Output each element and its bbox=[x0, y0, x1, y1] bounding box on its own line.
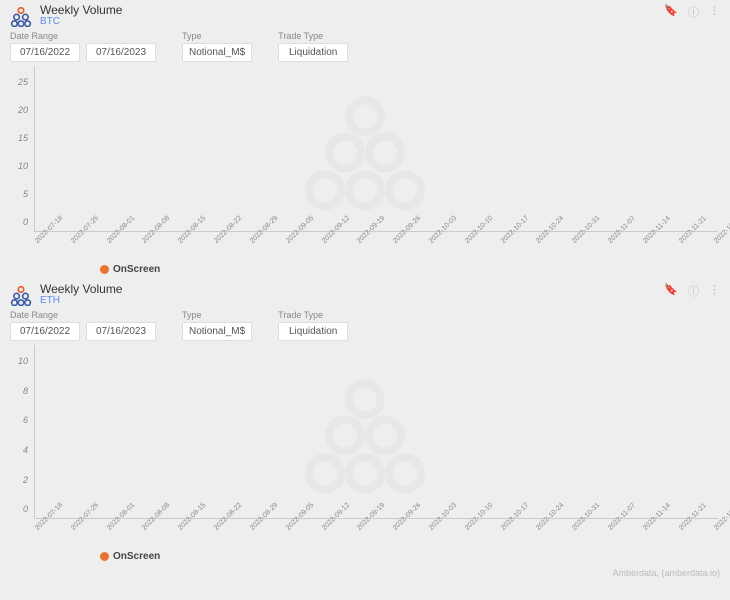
y-tick: 2 bbox=[23, 475, 28, 485]
panel-header: Weekly Volume ETH 🔖 ⓘ ⋮ bbox=[10, 283, 720, 306]
legend-swatch bbox=[100, 552, 109, 561]
y-tick: 0 bbox=[23, 504, 28, 514]
chart-btc: 0 5 10 15 20 25 2022-07-182022-07-252022-08-01… bbox=[10, 66, 720, 258]
more-icon[interactable]: ⋮ bbox=[709, 4, 720, 20]
legend-label: OnScreen bbox=[113, 264, 160, 275]
plot-area bbox=[34, 66, 718, 232]
type-select[interactable]: Notional_M$ bbox=[182, 43, 252, 62]
y-tick: 8 bbox=[23, 386, 28, 396]
x-axis: 2022-07-182022-07-252022-08-012022-08-08… bbox=[34, 519, 718, 545]
y-tick: 10 bbox=[18, 356, 28, 366]
y-tick: 0 bbox=[23, 217, 28, 227]
chart-eth: 0 2 4 6 8 10 2022-07-182022-07-252022-08-01202… bbox=[10, 345, 720, 545]
controls-row: Date Range 07/16/2022 07/16/2023 Type No… bbox=[10, 31, 720, 62]
footer-attribution: Amberdata, (amberdata.io) bbox=[0, 566, 730, 582]
date-start-input[interactable]: 07/16/2022 bbox=[10, 322, 80, 341]
more-icon[interactable]: ⋮ bbox=[709, 283, 720, 299]
info-icon[interactable]: ⓘ bbox=[688, 283, 699, 299]
bookmark-icon[interactable]: 🔖 bbox=[664, 283, 678, 299]
panel-btc: Weekly Volume BTC 🔖 ⓘ ⋮ Date Range 07/16… bbox=[0, 0, 730, 279]
y-tick: 4 bbox=[23, 445, 28, 455]
panel-title: Weekly Volume bbox=[40, 4, 122, 17]
trade-type-select[interactable]: Liquidation bbox=[278, 43, 348, 62]
date-start-input[interactable]: 07/16/2022 bbox=[10, 43, 80, 62]
y-tick: 15 bbox=[18, 133, 28, 143]
trade-type-select[interactable]: Liquidation bbox=[278, 322, 348, 341]
type-select[interactable]: Notional_M$ bbox=[182, 322, 252, 341]
y-tick: 5 bbox=[23, 189, 28, 199]
type-label: Type bbox=[182, 310, 252, 320]
y-tick: 6 bbox=[23, 415, 28, 425]
trade-type-label: Trade Type bbox=[278, 31, 348, 41]
bookmark-icon[interactable]: 🔖 bbox=[664, 4, 678, 20]
legend: OnScreen bbox=[100, 551, 720, 562]
legend-label: OnScreen bbox=[113, 551, 160, 562]
type-label: Type bbox=[182, 31, 252, 41]
y-tick: 20 bbox=[18, 105, 28, 115]
plot-area bbox=[34, 345, 718, 519]
trade-type-label: Trade Type bbox=[278, 310, 348, 320]
panel-eth: Weekly Volume ETH 🔖 ⓘ ⋮ Date Range 07/16… bbox=[0, 279, 730, 566]
date-end-input[interactable]: 07/16/2023 bbox=[86, 322, 156, 341]
y-tick: 25 bbox=[18, 77, 28, 87]
panel-asset: ETH bbox=[40, 296, 122, 307]
amberdata-logo-icon bbox=[10, 284, 32, 306]
panel-title: Weekly Volume bbox=[40, 283, 122, 296]
amberdata-logo-icon bbox=[10, 5, 32, 27]
date-range-label: Date Range bbox=[10, 310, 156, 320]
panel-asset: BTC bbox=[40, 17, 122, 28]
legend: OnScreen bbox=[100, 264, 720, 275]
info-icon[interactable]: ⓘ bbox=[688, 4, 699, 20]
date-range-label: Date Range bbox=[10, 31, 156, 41]
x-axis: 2022-07-182022-07-252022-08-012022-08-08… bbox=[34, 232, 718, 258]
date-end-input[interactable]: 07/16/2023 bbox=[86, 43, 156, 62]
panel-header: Weekly Volume BTC 🔖 ⓘ ⋮ bbox=[10, 4, 720, 27]
legend-swatch bbox=[100, 265, 109, 274]
y-tick: 10 bbox=[18, 161, 28, 171]
controls-row: Date Range 07/16/2022 07/16/2023 Type No… bbox=[10, 310, 720, 341]
